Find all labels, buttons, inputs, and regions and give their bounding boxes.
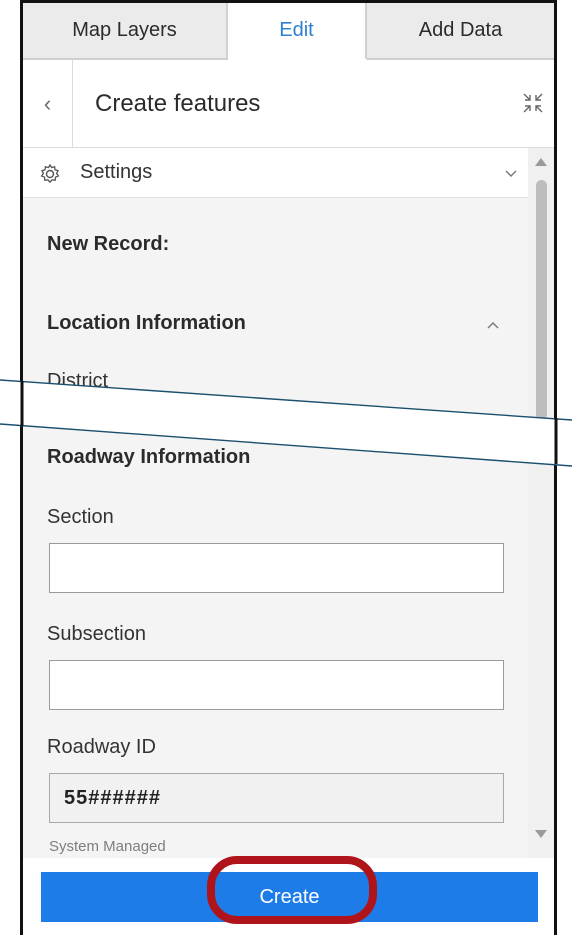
tab-map-layers[interactable]: Map Layers: [23, 3, 228, 60]
chevron-down-icon: [505, 170, 517, 177]
settings-label: Settings: [80, 161, 153, 183]
tab-bar: Map Layers Edit Add Data: [23, 3, 554, 60]
location-information-heading[interactable]: Location Information: [47, 312, 246, 335]
scrollbar[interactable]: [528, 148, 554, 858]
gear-icon: [40, 163, 60, 184]
subsection-input[interactable]: [49, 660, 504, 710]
section-label: Section: [47, 506, 114, 528]
roadway-id-label: Roadway ID: [47, 736, 156, 758]
chevron-left-icon: ‹: [43, 91, 52, 116]
page-title: Create features: [95, 90, 261, 117]
scroll-up-arrow-icon[interactable]: [535, 158, 547, 166]
settings-toggle[interactable]: Settings: [23, 148, 528, 198]
section-input[interactable]: [49, 543, 504, 593]
panel-header: ‹ Create features: [23, 60, 554, 148]
subsection-label: Subsection: [47, 623, 146, 645]
create-button[interactable]: Create: [41, 872, 538, 922]
tab-add-data[interactable]: Add Data: [367, 3, 554, 60]
back-button[interactable]: ‹: [23, 60, 73, 148]
district-label: District: [47, 370, 109, 392]
chevron-up-icon[interactable]: [486, 319, 500, 333]
scroll-down-arrow-icon[interactable]: [535, 830, 547, 838]
panel-footer: Create: [23, 858, 554, 935]
editor-panel: Map Layers Edit Add Data ‹ Create featur…: [20, 0, 557, 935]
roadway-id-hint: System Managed: [49, 838, 166, 855]
roadway-id-field: 55######: [49, 773, 504, 823]
tab-edit[interactable]: Edit: [228, 3, 367, 60]
new-record-heading: New Record:: [47, 233, 170, 255]
scrollbar-thumb[interactable]: [536, 180, 547, 420]
roadway-information-heading[interactable]: Roadway Information: [47, 446, 250, 469]
collapse-icon[interactable]: [520, 90, 546, 116]
